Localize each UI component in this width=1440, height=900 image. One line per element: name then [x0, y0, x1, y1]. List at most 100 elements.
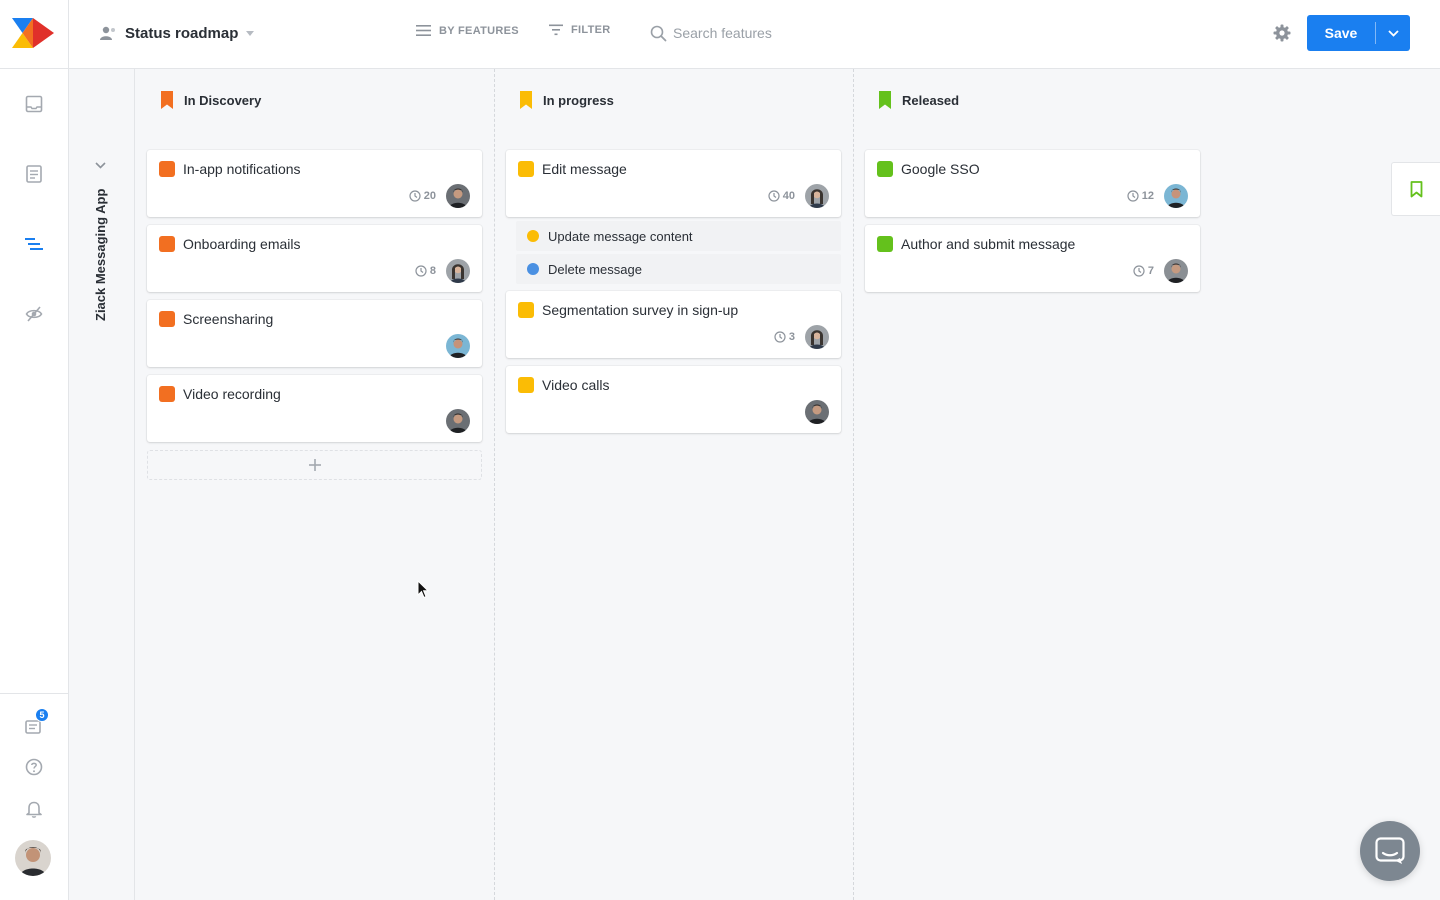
save-button-group: Save [1307, 15, 1410, 51]
effort-meta: 40 [768, 190, 795, 202]
avatar-image [1164, 259, 1188, 283]
avatar[interactable] [805, 400, 829, 424]
feature-card[interactable]: In-app notifications 20 [147, 150, 482, 217]
bookmark-icon [520, 91, 532, 109]
document-icon [26, 165, 42, 183]
status-square [159, 311, 175, 327]
bell-icon [26, 801, 42, 818]
effort-value: 7 [1147, 265, 1154, 277]
rail-item-notifications[interactable] [22, 797, 46, 821]
add-column-tab[interactable] [1391, 162, 1440, 216]
avatar-image [446, 259, 470, 283]
column-header-in-progress[interactable]: In progress [519, 91, 614, 109]
effort-meta: 7 [1133, 265, 1154, 277]
roadmap-selector[interactable]: Status roadmap [100, 22, 255, 44]
save-options-button[interactable] [1376, 15, 1410, 51]
search-input[interactable] [673, 25, 873, 41]
column-header-released[interactable]: Released [878, 91, 959, 109]
effort-value: 40 [782, 190, 795, 202]
view-mode-button[interactable]: BY FEATURES [416, 24, 519, 37]
view-mode-label: BY FEATURES [439, 24, 519, 37]
avatar-image [805, 400, 829, 424]
column-separator [494, 69, 495, 900]
column-separator [853, 69, 854, 900]
effort-meta: 8 [415, 265, 436, 277]
effort-meta: 12 [1127, 190, 1154, 202]
gear-icon[interactable] [1271, 22, 1293, 44]
feature-title: Video calls [542, 377, 610, 393]
effort-value: 12 [1141, 190, 1154, 202]
search-icon [650, 25, 667, 41]
rail-item-help[interactable] [22, 755, 46, 779]
clock-icon [415, 265, 427, 277]
subfeature-item[interactable]: Update message content [516, 221, 841, 251]
chat-launcher[interactable] [1360, 821, 1420, 881]
avatar[interactable] [446, 184, 470, 208]
avatar[interactable] [446, 259, 470, 283]
feature-card[interactable]: Google SSO 12 [865, 150, 1200, 217]
rail-item-portal[interactable] [22, 302, 46, 326]
feature-card[interactable]: Screensharing [147, 300, 482, 367]
avatar-image [1164, 184, 1188, 208]
feature-title: In-app notifications [183, 161, 301, 177]
top-bar: Status roadmap BY FEATURES FILTER Search… [0, 0, 1440, 69]
save-button[interactable]: Save [1307, 15, 1375, 51]
column-header-in-discovery[interactable]: In Discovery [160, 91, 261, 109]
effort-value: 3 [788, 331, 795, 343]
subfeature-item[interactable]: Delete message [516, 254, 841, 284]
feature-card[interactable]: Video calls [506, 366, 841, 433]
status-square [518, 161, 534, 177]
status-square [877, 236, 893, 252]
clock-icon [409, 190, 421, 202]
subfeature-title: Update message content [548, 228, 693, 244]
column-title: In Discovery [184, 92, 262, 108]
avatar[interactable] [446, 409, 470, 433]
effort-value: 20 [423, 190, 436, 202]
avatar-image [15, 840, 51, 876]
user-avatar[interactable] [15, 840, 51, 876]
feature-card[interactable]: Segmentation survey in sign-up 3 [506, 291, 841, 358]
filter-button[interactable]: FILTER [549, 24, 610, 36]
rail-item-insights[interactable] [22, 92, 46, 116]
status-square [518, 302, 534, 318]
left-rail: 5 [0, 69, 69, 900]
feature-card[interactable]: Edit message 40 [506, 150, 841, 217]
avatar-image [446, 334, 470, 358]
feature-card[interactable]: Author and submit message 7 [865, 225, 1200, 292]
rail-item-roadmap[interactable] [22, 232, 46, 256]
rail-item-features[interactable] [22, 162, 46, 186]
chat-icon [1375, 837, 1405, 864]
group-name[interactable]: Ziack Messaging App [93, 171, 108, 321]
avatar[interactable] [1164, 184, 1188, 208]
hidden-eye-icon [25, 306, 43, 322]
feature-card[interactable]: Onboarding emails 8 [147, 225, 482, 292]
bookmark-icon [161, 91, 173, 109]
bookmark-icon [879, 91, 891, 109]
productboard-logo[interactable] [12, 18, 54, 48]
roadmap-icon [100, 26, 115, 40]
avatar-image [805, 325, 829, 349]
avatar-image [446, 409, 470, 433]
plus-icon [308, 459, 321, 471]
feature-title: Google SSO [901, 161, 980, 177]
clock-icon [768, 190, 780, 202]
add-feature-button[interactable] [147, 450, 482, 480]
search-box[interactable] [650, 22, 890, 44]
effort-meta: 20 [409, 190, 436, 202]
avatar[interactable] [805, 184, 829, 208]
rail-item-updates[interactable]: 5 [22, 708, 49, 738]
clock-icon [1133, 265, 1145, 277]
avatar[interactable] [1164, 259, 1188, 283]
chevron-down-icon[interactable] [95, 162, 106, 169]
feature-title: Video recording [183, 386, 281, 402]
avatar[interactable] [805, 325, 829, 349]
filter-icon [549, 24, 563, 36]
effort-meta: 3 [774, 331, 795, 343]
rail-divider [0, 693, 68, 694]
status-square [877, 161, 893, 177]
status-square [159, 386, 175, 402]
feature-card[interactable]: Video recording [147, 375, 482, 442]
effort-value: 8 [429, 265, 436, 277]
feature-title: Author and submit message [901, 236, 1076, 252]
avatar[interactable] [446, 334, 470, 358]
